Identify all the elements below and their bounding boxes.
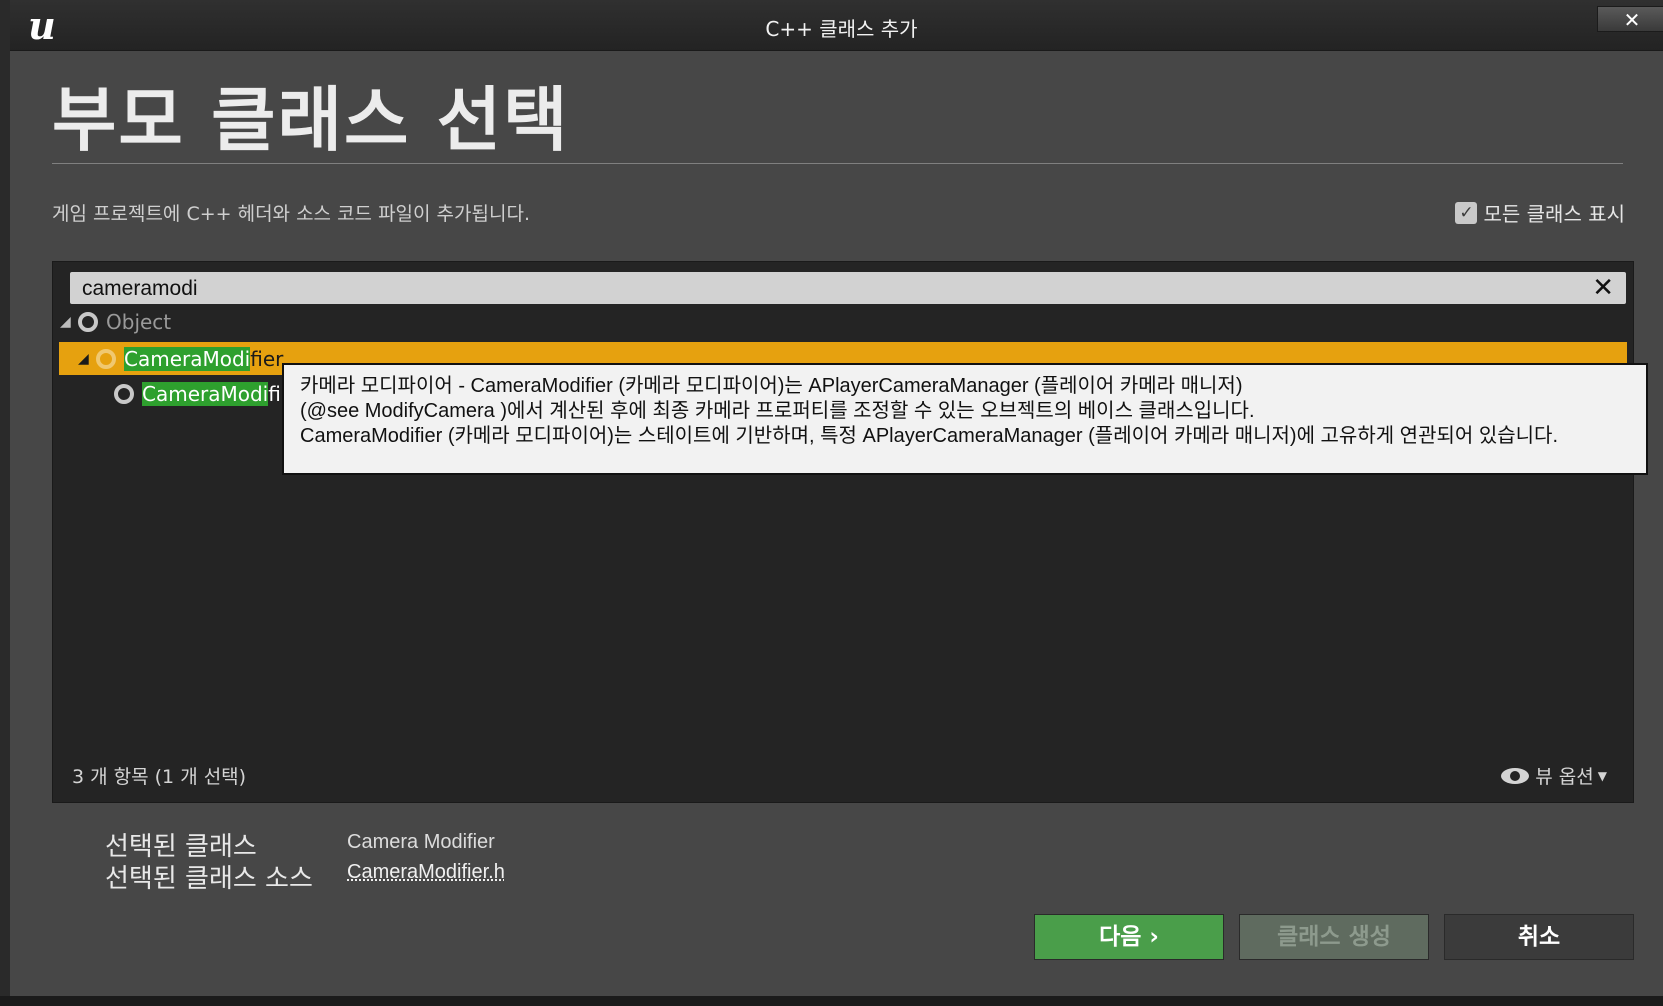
show-all-classes-toggle[interactable]: ✓ 모든 클래스 표시 xyxy=(1455,198,1625,227)
selected-class-value: Camera Modifier xyxy=(347,831,495,853)
page-title: 부모 클래스 선택 xyxy=(52,79,570,161)
class-icon xyxy=(78,312,98,332)
selected-class-source-label: 선택된 클래스 소스 xyxy=(105,864,313,894)
class-icon xyxy=(114,384,134,404)
search-match-highlight: CameraModi xyxy=(124,346,251,371)
expand-arrow-icon[interactable]: ◢ xyxy=(78,351,92,367)
add-cpp-class-dialog: u C++ 클래스 추가 ✕ 부모 클래스 선택 게임 프로젝트에 C++ 헤더… xyxy=(0,0,1663,1006)
title-bar[interactable]: u C++ 클래스 추가 ✕ xyxy=(10,0,1663,51)
tooltip-line: 카메라 모디파이어 - CameraModifier (카메라 모디파이어)는 … xyxy=(300,375,1243,397)
view-options-label: 뷰 옵션 xyxy=(1535,766,1594,788)
window-title: C++ 클래스 추가 xyxy=(765,17,918,41)
item-count: 3 개 항목 (1 개 선택) xyxy=(72,766,247,788)
search-match-highlight: CameraModi xyxy=(142,382,269,406)
clear-search-icon[interactable]: ✕ xyxy=(1592,272,1614,304)
tree-item-camera-modifier-child[interactable]: CameraModi fi xyxy=(110,378,281,410)
show-all-classes-label: 모든 클래스 표시 xyxy=(1483,202,1625,226)
next-button[interactable]: 다음 › xyxy=(1034,914,1224,960)
class-icon xyxy=(96,348,116,369)
checkmark-icon[interactable]: ✓ xyxy=(1455,201,1478,224)
class-description-tooltip: 카메라 모디파이어 - CameraModifier (카메라 모디파이어)는 … xyxy=(282,363,1648,475)
tree-item-label-rest: fier xyxy=(250,346,284,371)
view-options-button[interactable]: 뷰 옵션 ▼ xyxy=(1501,762,1607,789)
tree-item-camera-modifier[interactable]: ◢ CameraModi fier xyxy=(78,342,283,375)
search-input[interactable] xyxy=(80,272,1564,306)
tree-item-label: Object xyxy=(106,310,172,334)
expand-arrow-icon[interactable]: ◢ xyxy=(60,314,74,330)
tree-item-label-rest: fi xyxy=(268,382,281,406)
tooltip-line: (@see ModifyCamera )에서 계산된 후에 최종 카메라 프로퍼… xyxy=(300,400,1255,422)
tree-item-object[interactable]: ◢ Object xyxy=(60,306,171,338)
selected-class-source-link[interactable]: CameraModifier.h xyxy=(347,861,505,884)
eye-icon xyxy=(1501,767,1530,784)
close-button[interactable]: ✕ xyxy=(1597,6,1663,32)
create-class-button[interactable]: 클래스 생성 xyxy=(1239,914,1429,960)
background-strip xyxy=(0,996,1663,1006)
chevron-down-icon: ▼ xyxy=(1597,768,1607,783)
search-box[interactable]: ✕ xyxy=(70,272,1626,306)
cancel-button[interactable]: 취소 xyxy=(1444,914,1634,960)
divider xyxy=(52,163,1623,164)
tooltip-line: CameraModifier (카메라 모디파이어)는 스테이트에 기반하며, … xyxy=(300,425,1558,447)
subtitle: 게임 프로젝트에 C++ 헤더와 소스 코드 파일이 추가됩니다. xyxy=(52,203,530,225)
